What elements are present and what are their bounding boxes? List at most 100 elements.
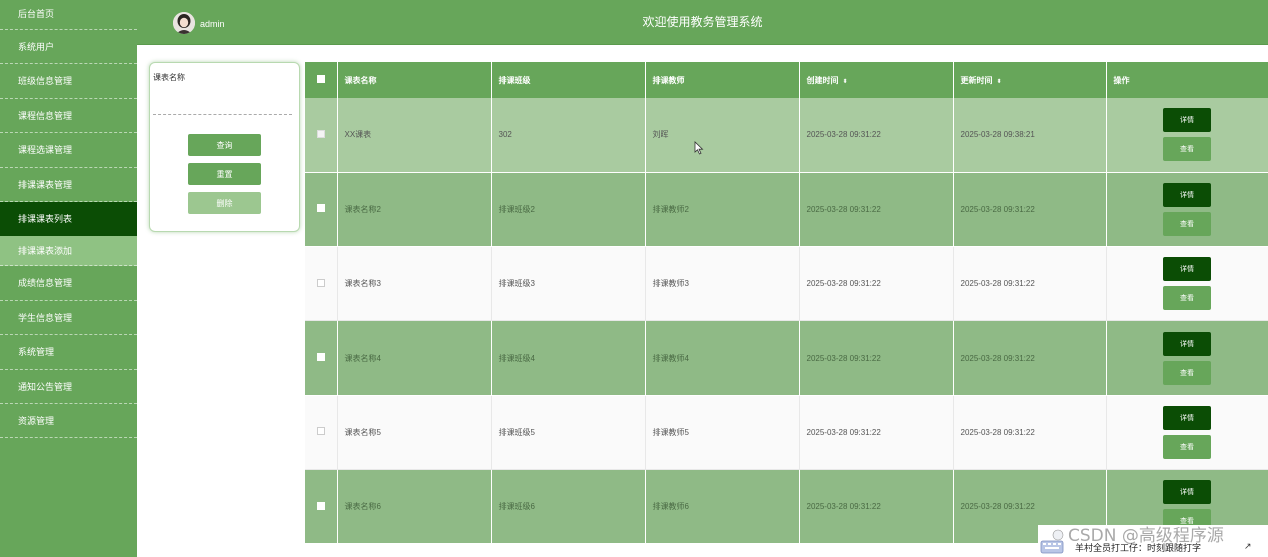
cell-actions: 详情 查看 — [1106, 395, 1268, 470]
sidebar-item-schedule-list[interactable]: 排课课表列表 — [0, 201, 137, 237]
sidebar-item-notice-management[interactable]: 通知公告管理 — [0, 370, 137, 404]
table-row[interactable]: 课表名称4 排课班级4 排课教师4 2025-03-28 09:31:22 20… — [305, 320, 1268, 396]
table-header-row: 课表名称 排课班级 排课教师 创建时间 ⬍ 更新时间 ⬍ 操作 — [305, 62, 1268, 98]
table-row[interactable]: 课表名称2 排课班级2 排课教师2 2025-03-28 09:31:22 20… — [305, 172, 1268, 248]
cell-updated: 2025-03-28 09:38:21 — [953, 98, 1107, 173]
column-header-actions: 操作 — [1106, 62, 1268, 98]
schedule-name-input[interactable] — [153, 103, 292, 115]
cell-class: 排课班级4 — [491, 320, 646, 396]
expand-arrow-icon[interactable]: ↗ — [1244, 541, 1252, 552]
cell-actions: 详情 查看 — [1106, 246, 1268, 322]
view-button[interactable]: 查看 — [1163, 286, 1211, 311]
detail-button[interactable]: 详情 — [1163, 405, 1211, 430]
schedule-table-container: 课表名称 排课班级 排课教师 创建时间 ⬍ 更新时间 ⬍ 操作 XX课表 302 刘… — [305, 62, 1268, 557]
view-button[interactable]: 查看 — [1163, 211, 1211, 236]
cell-teacher: 排课教师5 — [645, 395, 800, 470]
detail-button[interactable]: 详情 — [1163, 108, 1211, 133]
row-checkbox-cell — [305, 172, 338, 248]
reset-button[interactable]: 重置 — [188, 163, 261, 185]
detail-button[interactable]: 详情 — [1163, 331, 1211, 356]
cell-teacher: 排课教师3 — [645, 246, 800, 322]
column-header-teacher: 排课教师 — [645, 62, 800, 98]
view-button[interactable]: 查看 — [1163, 137, 1211, 162]
column-header-created[interactable]: 创建时间 ⬍ — [799, 62, 954, 98]
row-checkbox[interactable] — [316, 427, 325, 436]
row-checkbox-cell — [305, 246, 338, 322]
cell-actions: 详情 查看 — [1106, 98, 1268, 173]
cell-updated: 2025-03-28 09:31:22 — [953, 320, 1107, 396]
sidebar: 后台首页 系统用户 班级信息管理 课程信息管理 课程选课管理 排课课表管理 排课… — [0, 0, 137, 557]
top-header: admin 欢迎使用教务管理系统 — [137, 0, 1268, 45]
watermark-subtext: 羊村全员打工仔：时刻跟随打字 — [1075, 543, 1202, 553]
row-checkbox-cell — [305, 320, 338, 396]
cell-name: 课表名称4 — [337, 320, 492, 396]
detail-button[interactable]: 详情 — [1163, 257, 1211, 282]
cell-updated: 2025-03-28 09:31:22 — [953, 246, 1107, 322]
table-row[interactable]: 课表名称3 排课班级3 排课教师3 2025-03-28 09:31:22 20… — [305, 246, 1268, 322]
schedule-table: 课表名称 排课班级 排课教师 创建时间 ⬍ 更新时间 ⬍ 操作 XX课表 302 刘… — [305, 62, 1268, 545]
detail-button[interactable]: 详情 — [1163, 480, 1211, 505]
row-checkbox[interactable] — [316, 278, 325, 287]
sidebar-item-class-info[interactable]: 班级信息管理 — [0, 64, 137, 99]
cell-teacher: 排课教师2 — [645, 172, 800, 248]
cell-created: 2025-03-28 09:31:22 — [799, 395, 954, 470]
row-checkbox[interactable] — [316, 353, 325, 362]
query-button[interactable]: 查询 — [188, 134, 261, 156]
sidebar-item-grade-info[interactable]: 成绩信息管理 — [0, 266, 137, 301]
cell-actions: 详情 查看 — [1106, 320, 1268, 396]
delete-button[interactable]: 删除 — [188, 192, 261, 214]
cell-name: 课表名称2 — [337, 172, 492, 248]
column-header-name: 课表名称 — [337, 62, 492, 98]
column-header-created-label: 创建时间 — [806, 75, 839, 85]
cell-name: 课表名称6 — [337, 469, 492, 545]
row-checkbox[interactable] — [316, 204, 325, 213]
select-all-header — [305, 62, 338, 98]
sort-icon[interactable]: ⬍ — [997, 79, 1002, 85]
cell-class: 排课班级2 — [491, 172, 646, 248]
table-row[interactable]: XX课表 302 刘晖 2025-03-28 09:31:22 2025-03-… — [305, 98, 1268, 173]
sort-icon[interactable]: ⬍ — [843, 79, 848, 85]
column-header-updated-label: 更新时间 — [960, 75, 993, 85]
cell-actions: 详情 查看 — [1106, 172, 1268, 248]
select-all-checkbox[interactable] — [316, 75, 325, 83]
sidebar-item-course-selection[interactable]: 课程选课管理 — [0, 133, 137, 168]
sidebar-item-system-management[interactable]: 系统管理 — [0, 335, 137, 370]
search-panel: 课表名称 查询 重置 删除 — [149, 62, 300, 232]
table-body: XX课表 302 刘晖 2025-03-28 09:31:22 2025-03-… — [305, 98, 1268, 545]
view-button[interactable]: 查看 — [1163, 434, 1211, 459]
cell-teacher: 排课教师6 — [645, 469, 800, 545]
sidebar-item-resource-management[interactable]: 资源管理 — [0, 404, 137, 439]
detail-button[interactable]: 详情 — [1163, 182, 1211, 207]
cell-name: XX课表 — [337, 98, 492, 173]
sidebar-item-student-info[interactable]: 学生信息管理 — [0, 301, 137, 336]
column-header-class: 排课班级 — [491, 62, 646, 98]
column-header-updated[interactable]: 更新时间 ⬍ — [953, 62, 1107, 98]
cell-class: 排课班级3 — [491, 246, 646, 322]
main-content: 课表名称 查询 重置 删除 课表名称 排课班级 排课教师 创建时间 ⬍ 更新时间 ⬍… — [137, 51, 1268, 557]
sidebar-item-schedule-add[interactable]: 排课课表添加 — [0, 236, 137, 267]
row-checkbox[interactable] — [316, 129, 325, 138]
table-row[interactable]: 课表名称5 排课班级5 排课教师5 2025-03-28 09:31:22 20… — [305, 395, 1268, 470]
cell-name: 课表名称5 — [337, 395, 492, 470]
row-checkbox-cell — [305, 98, 338, 173]
cell-updated: 2025-03-28 09:31:22 — [953, 395, 1107, 470]
cell-created: 2025-03-28 09:31:22 — [799, 469, 954, 545]
page-title: 欢迎使用教务管理系统 — [642, 15, 763, 29]
cell-name: 课表名称3 — [337, 246, 492, 322]
cell-created: 2025-03-28 09:31:22 — [799, 172, 954, 248]
cell-class: 排课班级5 — [491, 395, 646, 470]
row-checkbox-cell — [305, 469, 338, 545]
cell-teacher: 刘晖 — [645, 98, 800, 173]
row-checkbox[interactable] — [316, 501, 325, 510]
view-button[interactable]: 查看 — [1163, 360, 1211, 385]
sidebar-item-system-users[interactable]: 系统用户 — [0, 30, 137, 65]
cell-class: 302 — [491, 98, 646, 173]
sidebar-item-course-info[interactable]: 课程信息管理 — [0, 99, 137, 134]
sidebar-item-schedule-management[interactable]: 排课课表管理 — [0, 168, 137, 202]
cell-teacher: 排课教师4 — [645, 320, 800, 396]
cell-created: 2025-03-28 09:31:22 — [799, 320, 954, 396]
mouse-cursor-icon — [694, 141, 704, 155]
row-checkbox-cell — [305, 395, 338, 470]
cell-updated: 2025-03-28 09:31:22 — [953, 172, 1107, 248]
sidebar-item-home[interactable]: 后台首页 — [0, 0, 137, 30]
